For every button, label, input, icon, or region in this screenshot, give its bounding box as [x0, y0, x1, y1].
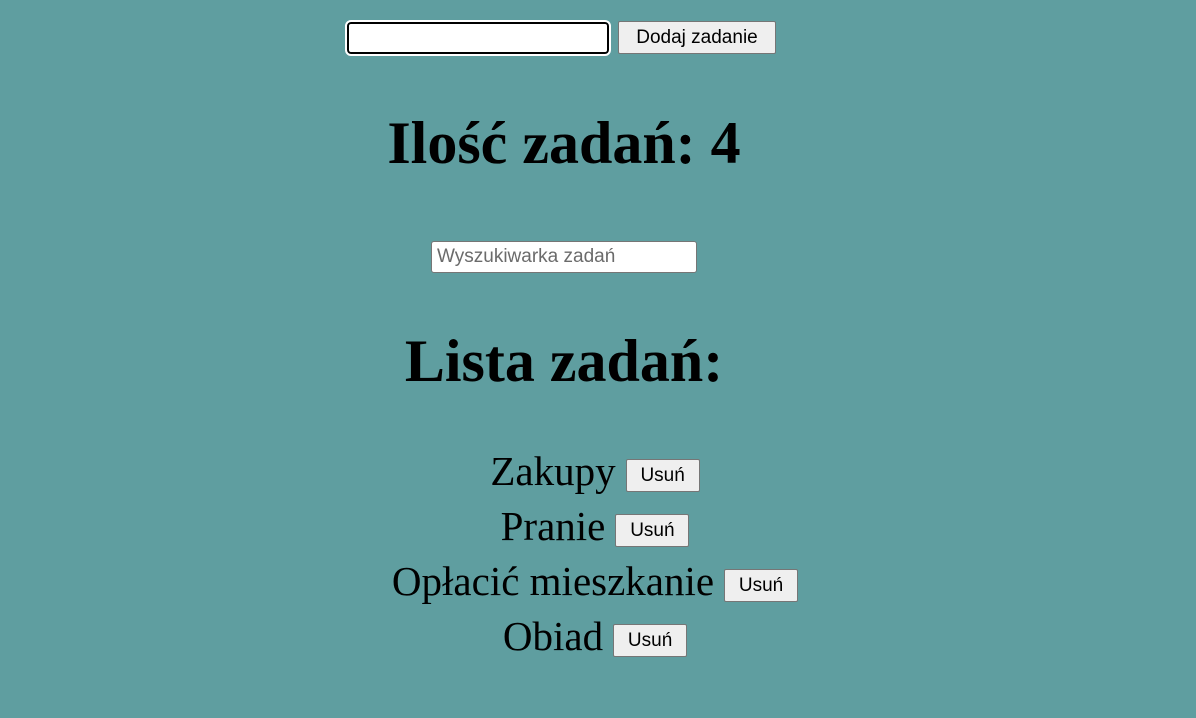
remove-task-button[interactable]: Usuń — [724, 569, 799, 602]
task-item: Pranie Usuń — [0, 499, 1190, 554]
remove-task-button[interactable]: Usuń — [615, 514, 690, 547]
add-task-button[interactable]: Dodaj zadanie — [618, 21, 776, 54]
new-task-input[interactable] — [345, 19, 611, 56]
task-name: Obiad — [502, 613, 604, 659]
task-name: Opłacić mieszkanie — [391, 558, 715, 604]
task-item: Zakupy Usuń — [0, 444, 1190, 499]
task-name: Pranie — [500, 503, 606, 549]
remove-task-button[interactable]: Usuń — [613, 624, 688, 657]
remove-task-button[interactable]: Usuń — [625, 459, 700, 492]
task-count-heading: Ilość zadań: 4 — [387, 110, 741, 176]
task-item: Obiad Usuń — [0, 609, 1190, 664]
task-list-heading: Lista zadań: — [404, 328, 724, 394]
task-name: Zakupy — [490, 448, 616, 494]
task-item: Opłacić mieszkanie Usuń — [0, 554, 1190, 609]
add-task-form: Dodaj zadanie — [345, 19, 776, 56]
task-search-input[interactable] — [431, 241, 697, 273]
task-list: Zakupy Usuń Pranie Usuń Opłacić mieszkan… — [0, 444, 1190, 664]
